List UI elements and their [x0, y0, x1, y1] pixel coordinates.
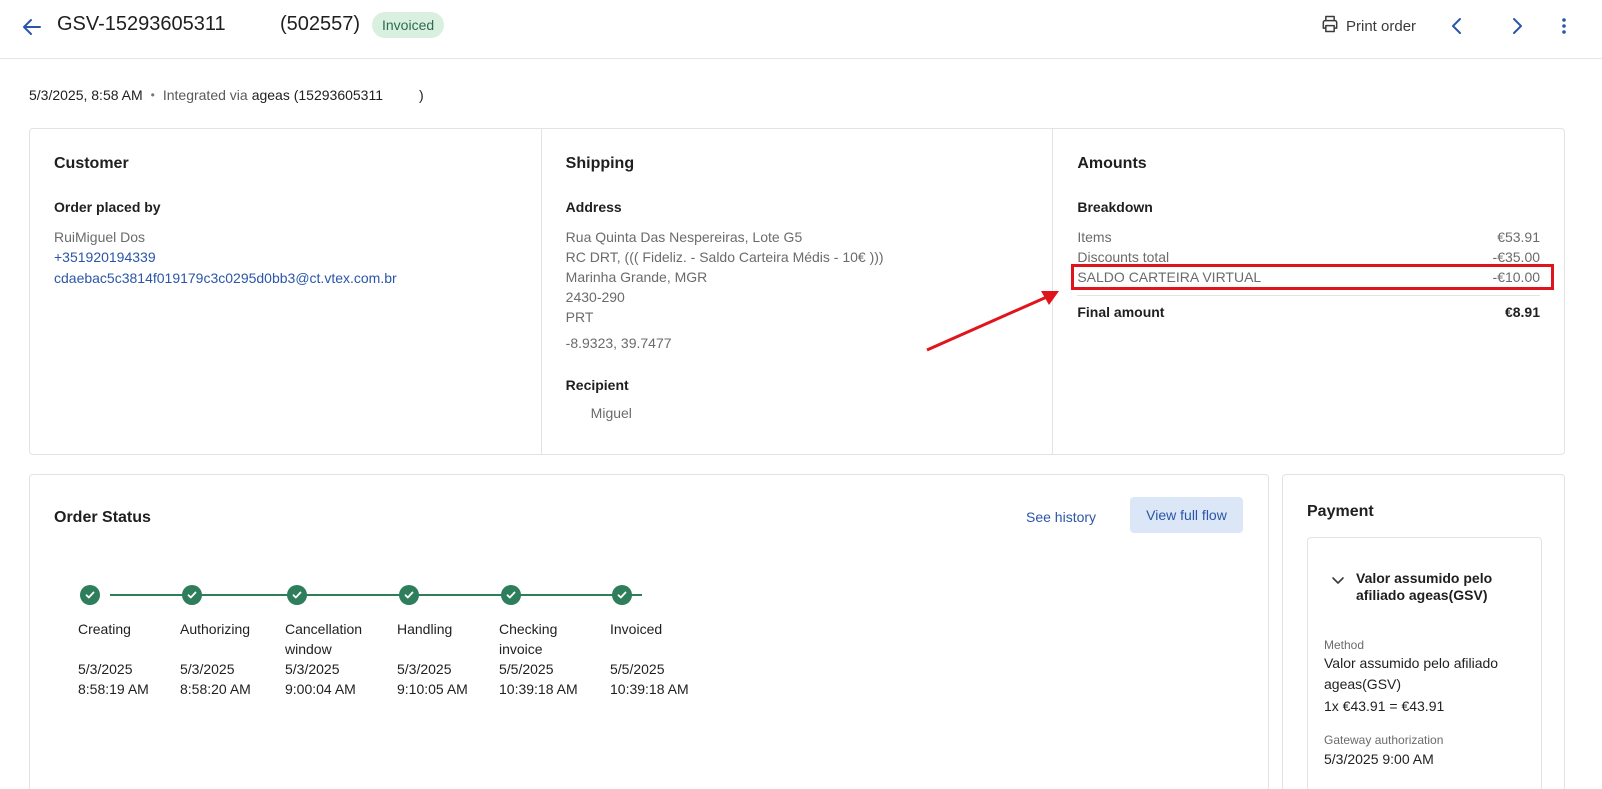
view-full-flow-button[interactable]: View full flow — [1130, 497, 1243, 533]
integration-source: ageas (15293605311 — [251, 87, 383, 103]
back-arrow-icon[interactable] — [20, 15, 44, 39]
amount-label: Items — [1077, 229, 1112, 245]
amount-value: €53.91 — [1497, 229, 1541, 245]
step-check-icon — [399, 585, 419, 605]
step-label: Checking invoice — [499, 621, 558, 657]
step-check-icon — [182, 585, 202, 605]
print-order-label: Print order — [1346, 17, 1417, 35]
printer-icon — [1320, 14, 1340, 38]
method-label: Method — [1324, 638, 1365, 652]
order-id: GSV-15293605311 — [57, 13, 226, 35]
meta-separator: • — [150, 88, 155, 102]
breakdown-label: Breakdown — [1077, 199, 1153, 215]
final-amount-value: €8.91 — [1504, 304, 1541, 320]
payment-group-toggle[interactable]: Valor assumido pelo afiliado ageas(GSV) — [1330, 570, 1516, 604]
annotation-arrow-icon — [926, 291, 1059, 352]
payment-card: Payment Valor assumido pelo afiliado age… — [1282, 474, 1565, 789]
address-line: Marinha Grande, MGR — [565, 269, 708, 285]
step-time: 10:39:18 AM — [610, 681, 689, 697]
step-label: Creating — [78, 621, 131, 637]
integrated-label: Integrated via — [162, 87, 248, 103]
order-datetime: 5/3/2025, 8:58 AM — [29, 87, 143, 103]
step-date: 5/5/2025 — [499, 661, 554, 677]
recipient-label: Recipient — [565, 377, 629, 393]
step-label: Authorizing — [180, 621, 251, 637]
step-label: Cancellation window — [285, 621, 363, 657]
shipping-title: Shipping — [565, 155, 635, 172]
previous-order-chevron-left-icon[interactable] — [1445, 14, 1469, 38]
step-timestamp: 5/3/2025 9:10:05 AM — [397, 659, 507, 699]
customer-section: Customer Order placed by RuiMiguel Dos +… — [30, 129, 542, 454]
customer-email-link[interactable]: cdaebac5c3814f019179c3c0295d0bb3@ct.vtex… — [54, 268, 517, 289]
next-order-chevron-right-icon[interactable] — [1505, 14, 1529, 38]
customer-phone-link[interactable]: +351920194339 — [54, 247, 517, 268]
method-value: Valor assumido pelo afiliado ageas(GSV) — [1324, 655, 1499, 692]
integration-close: ) — [419, 87, 424, 103]
step-check-icon — [612, 585, 632, 605]
order-placed-by-label: Order placed by — [54, 199, 161, 215]
redacted-block — [383, 85, 419, 105]
order-status-title: Order Status — [54, 509, 151, 526]
step-check-icon — [80, 585, 100, 605]
step-time: 9:00:04 AM — [285, 681, 356, 697]
step-check-icon — [501, 585, 521, 605]
step-date: 5/3/2025 — [397, 661, 452, 677]
installment-value: 1x €43.91 = €43.91 — [1324, 698, 1445, 714]
step-date: 5/3/2025 — [180, 661, 235, 677]
recipient-name: Miguel — [590, 405, 632, 421]
order-status-card: Order Status See history View full flow … — [29, 474, 1269, 789]
order-summary-card: Customer Order placed by RuiMiguel Dos +… — [29, 128, 1565, 455]
see-history-link[interactable]: See history — [1026, 509, 1096, 525]
status-badge: Invoiced — [372, 12, 445, 38]
order-meta: 5/3/2025, 8:58 AM • Integrated via ageas… — [29, 85, 424, 105]
step-check-icon — [287, 585, 307, 605]
highlight-box — [1071, 264, 1555, 290]
amount-row-saldo-carteira: SALDO CARTEIRA VIRTUAL -€10.00 — [1071, 264, 1555, 290]
step-time: 8:58:19 AM — [78, 681, 149, 697]
divider — [1077, 295, 1541, 296]
step-time: 9:10:05 AM — [397, 681, 468, 697]
step-label: Invoiced — [610, 621, 663, 637]
page-header: GSV-15293605311 (502557) Invoiced Print … — [0, 0, 1602, 59]
final-amount-row: Final amount €8.91 — [1077, 304, 1540, 320]
chevron-down-icon — [1330, 572, 1346, 604]
customer-name: RuiMiguel Dos — [54, 229, 146, 245]
step-date: 5/3/2025 — [285, 661, 340, 677]
step-date: 5/5/2025 — [610, 661, 665, 677]
payment-group: Valor assumido pelo afiliado ageas(GSV) … — [1307, 537, 1542, 789]
address-label: Address — [565, 199, 622, 215]
step-timestamp: 5/5/2025 10:39:18 AM — [610, 659, 720, 699]
amount-row-items: Items €53.91 — [1077, 227, 1540, 247]
step-date: 5/3/2025 — [78, 661, 133, 677]
more-options-kebab-icon[interactable] — [1556, 14, 1572, 38]
final-amount-label: Final amount — [1077, 304, 1165, 320]
step-timestamp: 5/3/2025 9:00:04 AM — [285, 659, 395, 699]
customer-title: Customer — [54, 155, 129, 172]
step-timestamp: 5/3/2025 8:58:20 AM — [180, 659, 290, 699]
amounts-title: Amounts — [1077, 155, 1147, 172]
step-label: Handling — [397, 621, 453, 637]
address-line: Rua Quinta Das Nespereiras, Lote G5 — [565, 229, 803, 245]
print-order-button[interactable]: Print order — [1320, 14, 1416, 38]
gateway-value: 5/3/2025 9:00 AM — [1324, 751, 1434, 767]
step-timestamp: 5/5/2025 10:39:18 AM — [499, 659, 609, 699]
gateway-label: Gateway authorization — [1324, 733, 1444, 747]
step-time: 10:39:18 AM — [499, 681, 578, 697]
order-sequence: (502557) — [280, 13, 361, 35]
step-timestamp: 5/3/2025 8:58:19 AM — [78, 659, 188, 699]
payment-title: Payment — [1307, 503, 1374, 520]
amounts-section: Amounts Breakdown Items €53.91 Discounts… — [1053, 129, 1564, 454]
step-time: 8:58:20 AM — [180, 681, 251, 697]
payment-group-title: Valor assumido pelo afiliado ageas(GSV) — [1356, 570, 1493, 603]
address-line: RC DRT, ((( Fideliz. - Saldo Carteira Mé… — [565, 249, 884, 265]
